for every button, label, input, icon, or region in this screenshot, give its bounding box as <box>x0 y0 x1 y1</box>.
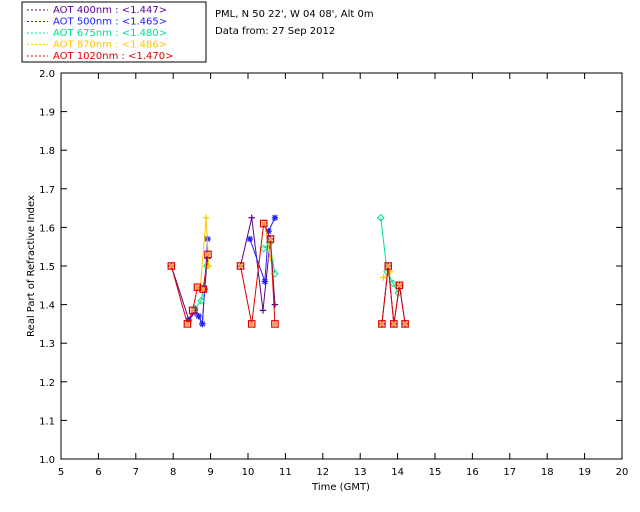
y-tick-label: 1.6 <box>39 223 55 234</box>
x-tick-label: 7 <box>133 467 139 478</box>
data-point-fill <box>190 308 195 313</box>
data-point <box>246 235 254 243</box>
data-point-fill <box>185 321 190 326</box>
data-point-fill <box>391 321 396 326</box>
y-tick-label: 1.9 <box>39 108 55 119</box>
x-tick-label: 17 <box>503 467 516 478</box>
data-point-fill <box>268 236 273 241</box>
x-tick-label: 16 <box>466 467 479 478</box>
x-tick-label: 18 <box>541 467 554 478</box>
data-point-fill <box>249 321 254 326</box>
legend-entry: AOT 500nm : <1.465> <box>53 17 167 28</box>
x-tick-label: 20 <box>616 467 629 478</box>
site-info-text: PML, N 50 22', W 04 08', Alt 0m <box>215 9 374 20</box>
y-tick-label: 1.1 <box>39 416 55 427</box>
y-tick-label: 1.2 <box>39 378 55 389</box>
x-tick-label: 19 <box>578 467 591 478</box>
data-point <box>261 278 269 285</box>
data-point-fill <box>195 285 200 290</box>
x-tick-label: 5 <box>58 467 64 478</box>
x-tick-label: 10 <box>242 467 255 478</box>
legend: AOT 400nm : <1.447>AOT 500nm : <1.465>AO… <box>21 1 207 63</box>
y-tick-label: 1.5 <box>39 262 55 273</box>
x-tick-label: 9 <box>207 467 213 478</box>
legend-entry: AOT 400nm : <1.447> <box>53 5 167 16</box>
x-tick-label: 6 <box>95 467 101 478</box>
y-tick-label: 1.7 <box>39 185 55 196</box>
chart-background <box>0 0 640 512</box>
refractive-index-chart: AOT 400nm : <1.447>AOT 500nm : <1.465>AO… <box>0 0 640 512</box>
legend-entry: AOT 870nm : <1.486> <box>53 40 167 51</box>
y-tick-label: 1.3 <box>39 339 55 350</box>
y-tick-label: 1.8 <box>39 146 55 157</box>
data-point-fill <box>386 264 391 268</box>
legend-entry: AOT 675nm : <1.480> <box>53 28 167 39</box>
data-point-fill <box>169 264 174 268</box>
x-axis-title: Time (GMT) <box>311 482 370 493</box>
data-point-fill <box>261 221 266 226</box>
x-tick-label: 11 <box>279 467 292 478</box>
y-tick-label: 2.0 <box>39 69 55 80</box>
x-tick-label: 8 <box>170 467 176 478</box>
x-tick-label: 14 <box>391 467 404 478</box>
data-point-fill <box>205 252 210 257</box>
date-info-text: Data from: 27 Sep 2012 <box>215 26 335 37</box>
data-point-fill <box>397 283 402 288</box>
y-axis-title: Real Part of Refractive Index <box>26 195 37 337</box>
data-point-fill <box>403 321 408 326</box>
data-point <box>199 320 206 328</box>
y-tick-label: 1.4 <box>39 301 55 312</box>
x-tick-label: 13 <box>354 467 367 478</box>
x-tick-label: 15 <box>429 467 442 478</box>
data-point-fill <box>379 321 384 326</box>
y-tick-label: 1.0 <box>39 455 55 466</box>
data-point-fill <box>201 287 206 292</box>
data-point <box>271 214 279 221</box>
data-point-fill <box>238 264 243 268</box>
legend-entry: AOT 1020nm : <1.470> <box>53 51 173 62</box>
data-point-fill <box>272 321 277 326</box>
x-tick-label: 12 <box>316 467 329 478</box>
